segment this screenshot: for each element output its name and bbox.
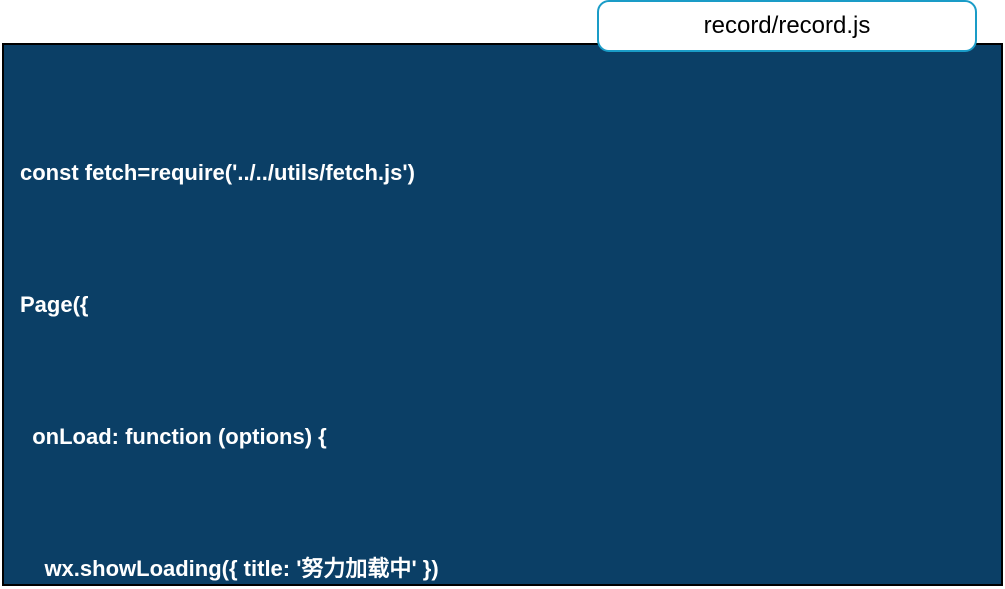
- code-line: Page({: [20, 283, 985, 327]
- code-line: const fetch=require('../../utils/fetch.j…: [20, 151, 985, 195]
- code-block: const fetch=require('../../utils/fetch.j…: [2, 43, 1003, 586]
- code-line: onLoad: function (options) {: [20, 415, 985, 459]
- file-tab: record/record.js: [597, 0, 977, 52]
- file-tab-label: record/record.js: [704, 12, 871, 40]
- code-line: wx.showLoading({ title: '努力加载中' }): [20, 547, 985, 586]
